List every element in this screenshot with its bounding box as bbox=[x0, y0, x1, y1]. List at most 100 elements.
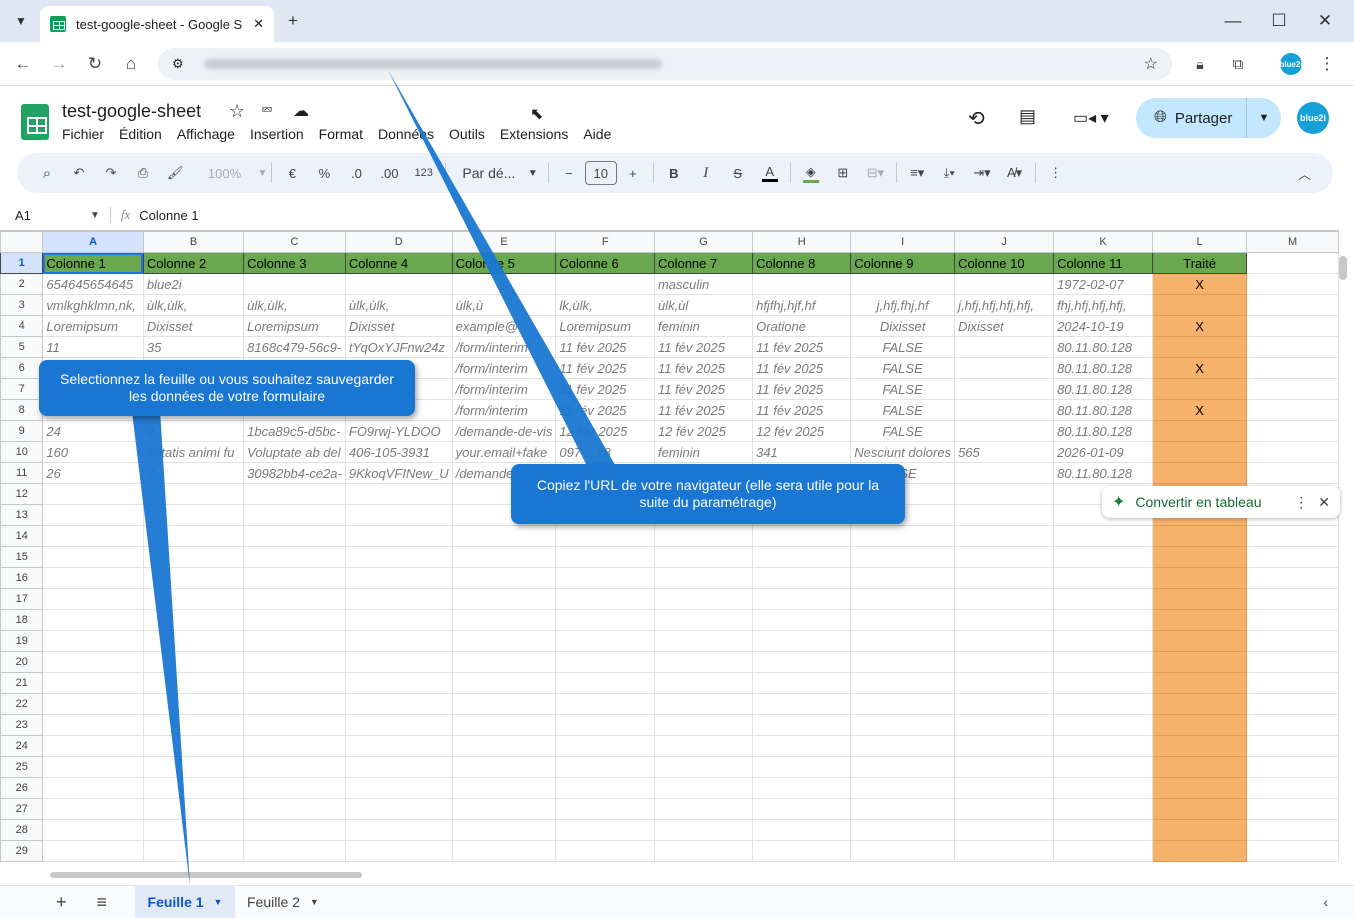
cell[interactable] bbox=[42, 819, 144, 841]
cell[interactable] bbox=[954, 735, 1055, 757]
cell[interactable] bbox=[653, 840, 754, 862]
account-avatar[interactable]: blue2i bbox=[1297, 102, 1329, 134]
cell[interactable] bbox=[243, 840, 346, 862]
menu-edition[interactable]: Édition bbox=[119, 126, 162, 142]
cell[interactable] bbox=[555, 735, 655, 757]
cell[interactable] bbox=[42, 777, 144, 799]
cell[interactable]: ùlk,ù bbox=[451, 294, 557, 316]
strikethrough-button[interactable]: S bbox=[730, 166, 746, 181]
cell[interactable]: 11 fév 2025 bbox=[555, 399, 655, 421]
cell[interactable]: /demande-de-vis bbox=[451, 420, 557, 442]
cell[interactable] bbox=[653, 525, 754, 547]
cell[interactable] bbox=[1246, 651, 1339, 673]
cell[interactable] bbox=[1151, 840, 1248, 862]
cell[interactable]: 11 fév 2025 bbox=[653, 399, 754, 421]
cell[interactable] bbox=[954, 651, 1055, 673]
row-header[interactable]: 21 bbox=[0, 672, 44, 694]
cell[interactable]: X bbox=[1151, 399, 1248, 421]
cell[interactable] bbox=[1246, 420, 1339, 442]
sheet-tab-feuille-1[interactable]: Feuille 1 ▼ bbox=[135, 885, 235, 918]
sheet-tab-chevron-icon[interactable]: ▼ bbox=[310, 897, 319, 907]
cell[interactable] bbox=[850, 777, 956, 799]
column-header-c[interactable]: C bbox=[243, 231, 346, 253]
browser-profile-avatar[interactable]: blue2i bbox=[1279, 53, 1303, 75]
cell[interactable]: Loremipsum bbox=[243, 315, 346, 337]
cell[interactable] bbox=[1151, 714, 1248, 736]
cell[interactable] bbox=[344, 567, 453, 589]
row-header[interactable]: 27 bbox=[0, 798, 44, 820]
cell[interactable] bbox=[752, 672, 852, 694]
cell[interactable] bbox=[451, 546, 557, 568]
cell[interactable] bbox=[344, 777, 453, 799]
cell[interactable] bbox=[752, 693, 852, 715]
cell[interactable] bbox=[653, 756, 754, 778]
redo-icon[interactable]: ↷ bbox=[103, 165, 119, 181]
increase-decimal-button[interactable]: .00 bbox=[380, 166, 398, 181]
cell[interactable] bbox=[850, 840, 956, 862]
column-header-j[interactable]: J bbox=[954, 231, 1055, 253]
site-info-icon[interactable]: ⚙ bbox=[172, 56, 184, 72]
cell[interactable]: Nesciunt dolores bbox=[850, 441, 956, 463]
header-cell[interactable]: Colonne 9 bbox=[850, 252, 956, 274]
cell[interactable] bbox=[653, 693, 754, 715]
cell[interactable] bbox=[451, 525, 557, 547]
cell[interactable] bbox=[451, 588, 557, 610]
cell[interactable] bbox=[752, 273, 852, 295]
new-tab-button[interactable]: + bbox=[280, 8, 306, 34]
cell[interactable] bbox=[653, 651, 754, 673]
cell[interactable] bbox=[243, 798, 346, 820]
cell[interactable] bbox=[1053, 798, 1153, 820]
cells-table[interactable]: ABCDEFGHIJKLM 1 Colonne 1 Colonne 2 Colonne… bbox=[0, 231, 1339, 862]
cell[interactable] bbox=[1246, 399, 1339, 421]
cell[interactable] bbox=[954, 588, 1055, 610]
cell[interactable] bbox=[243, 777, 346, 799]
cell[interactable] bbox=[1151, 378, 1248, 400]
browser-tab[interactable]: test-google-sheet - Google She ✕ bbox=[40, 6, 274, 42]
cell[interactable] bbox=[142, 693, 245, 715]
cell[interactable] bbox=[653, 798, 754, 820]
cell[interactable] bbox=[954, 357, 1055, 379]
cell[interactable]: 11 fév 2025 bbox=[752, 357, 852, 379]
row-header[interactable]: 12 bbox=[0, 483, 44, 505]
cell[interactable] bbox=[1246, 840, 1339, 862]
cell[interactable]: 11 fév 2025 bbox=[752, 399, 852, 421]
cell[interactable] bbox=[1053, 777, 1153, 799]
cell[interactable] bbox=[954, 609, 1055, 631]
cell[interactable] bbox=[243, 735, 346, 757]
cell[interactable] bbox=[451, 567, 557, 589]
vertical-scrollbar[interactable] bbox=[1339, 256, 1347, 280]
home-icon[interactable]: ⌂ bbox=[119, 52, 143, 76]
cell[interactable]: j,hfj,hfj,hfj,hfj, bbox=[954, 294, 1055, 316]
horizontal-scrollbar[interactable] bbox=[50, 872, 362, 878]
row-header[interactable]: 10 bbox=[0, 441, 44, 463]
cell[interactable] bbox=[1246, 735, 1339, 757]
cell[interactable] bbox=[1053, 756, 1153, 778]
cell[interactable] bbox=[752, 609, 852, 631]
cell[interactable] bbox=[243, 525, 346, 547]
lock-icon[interactable]: 🔒︎ bbox=[1188, 52, 1212, 76]
cell[interactable] bbox=[1151, 651, 1248, 673]
cell[interactable]: 11 bbox=[42, 336, 144, 358]
cell[interactable] bbox=[243, 483, 346, 505]
cell[interactable] bbox=[1151, 567, 1248, 589]
cell[interactable]: 11 fév 2025 bbox=[653, 336, 754, 358]
menu-insertion[interactable]: Insertion bbox=[250, 126, 304, 142]
row-header[interactable]: 22 bbox=[0, 693, 44, 715]
more-tools-icon[interactable]: ⋮ bbox=[1048, 165, 1064, 181]
move-folder-icon[interactable]: ⮹ bbox=[261, 102, 273, 119]
cell[interactable] bbox=[555, 840, 655, 862]
cell[interactable] bbox=[42, 756, 144, 778]
cell[interactable] bbox=[451, 756, 557, 778]
cell[interactable] bbox=[1053, 735, 1153, 757]
cell[interactable]: 11 fév 2025 bbox=[555, 336, 655, 358]
cell[interactable]: 2024-10-19 bbox=[1053, 315, 1153, 337]
cell[interactable] bbox=[1246, 336, 1339, 358]
cell[interactable] bbox=[954, 378, 1055, 400]
cell[interactable]: 80.11.80.128 bbox=[1053, 462, 1153, 484]
tab-list-chevron-icon[interactable]: ▼ bbox=[8, 8, 34, 34]
cell[interactable] bbox=[1246, 567, 1339, 589]
cell[interactable] bbox=[653, 819, 754, 841]
row-header[interactable]: 24 bbox=[0, 735, 44, 757]
cell[interactable]: 24 bbox=[42, 420, 144, 442]
cell[interactable] bbox=[142, 525, 245, 547]
